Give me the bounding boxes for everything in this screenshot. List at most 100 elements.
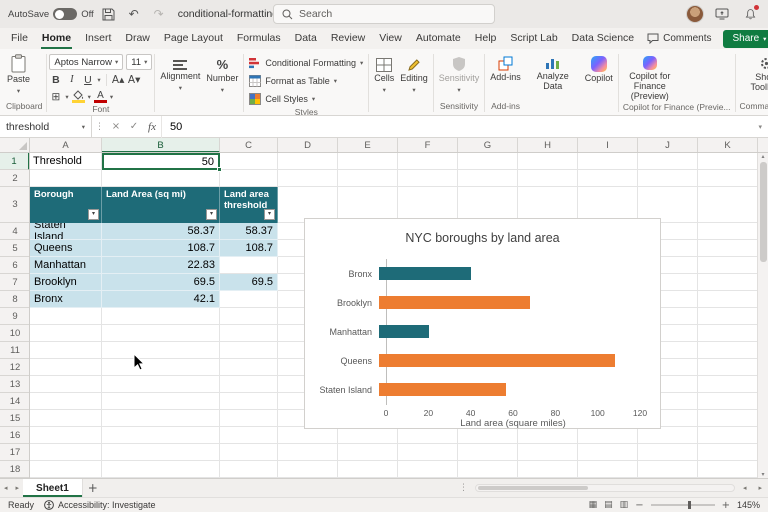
- sensitivity-group-label[interactable]: Sensitivity: [436, 101, 483, 115]
- tab-data-science[interactable]: Data Science: [565, 28, 641, 49]
- column-header-B[interactable]: B: [102, 138, 220, 153]
- cell-B8[interactable]: 42.1: [102, 291, 220, 308]
- row-header-16[interactable]: 16: [0, 427, 30, 444]
- row-header-12[interactable]: 12: [0, 359, 30, 376]
- tab-view[interactable]: View: [372, 28, 409, 49]
- row-header-6[interactable]: 6: [0, 257, 30, 274]
- filter-icon[interactable]: ▾: [264, 209, 275, 220]
- vertical-scrollbar[interactable]: ▴ ▾: [757, 153, 768, 478]
- formula-bar-expand-icon[interactable]: ▾: [752, 123, 768, 131]
- tab-insert[interactable]: Insert: [78, 28, 118, 49]
- select-all-corner[interactable]: [0, 138, 30, 153]
- row-header-11[interactable]: 11: [0, 342, 30, 359]
- analyze-data-button[interactable]: Analyze Data: [524, 51, 582, 92]
- underline-icon[interactable]: U: [81, 72, 94, 87]
- cell-C7[interactable]: 69.5: [220, 274, 278, 291]
- zoom-out-icon[interactable]: −: [635, 500, 643, 511]
- filter-icon[interactable]: ▾: [206, 209, 217, 220]
- table-header-threshold[interactable]: Land area threshold▾: [220, 187, 278, 223]
- cell-styles-button[interactable]: Cell Styles ▾: [246, 90, 366, 107]
- font-color-icon[interactable]: A: [94, 90, 107, 103]
- format-as-table-button[interactable]: Format as Table ▾: [246, 72, 366, 89]
- cell-A1[interactable]: Threshold: [30, 153, 102, 170]
- copilot-finance-button[interactable]: Copilot for Finance (Preview): [621, 51, 679, 102]
- copilot-finance-group-label[interactable]: Copilot for Finance (Previe...: [621, 102, 733, 115]
- table-header-land-area[interactable]: Land Area (sq mi)▾: [102, 187, 220, 223]
- zoom-in-icon[interactable]: +: [722, 500, 730, 511]
- column-header-A[interactable]: A: [30, 138, 102, 153]
- hscroll-thumb[interactable]: [478, 486, 588, 490]
- cell-B7[interactable]: 69.5: [102, 274, 220, 291]
- fill-color-icon[interactable]: [72, 90, 85, 103]
- zoom-level[interactable]: 145%: [737, 500, 760, 510]
- row-header-1[interactable]: 1: [0, 153, 30, 170]
- cancel-icon[interactable]: ×: [107, 118, 125, 136]
- column-header-F[interactable]: F: [398, 138, 458, 153]
- decrease-font-icon[interactable]: A▾: [128, 72, 141, 87]
- borders-icon[interactable]: ⊞: [49, 89, 62, 104]
- cells-area[interactable]: Threshold 50 Borough▾ Land Area (sq mi)▾…: [30, 153, 768, 478]
- present-button[interactable]: [712, 4, 732, 24]
- chart-bar-manhattan[interactable]: [379, 325, 429, 338]
- normal-view-icon[interactable]: ▦: [589, 500, 598, 510]
- hscroll-left-icon[interactable]: ◂: [739, 484, 751, 492]
- cell-B4[interactable]: 58.37: [102, 223, 220, 240]
- chart-bar-bronx[interactable]: [379, 267, 471, 280]
- tab-automate[interactable]: Automate: [409, 28, 468, 49]
- tab-data[interactable]: Data: [288, 28, 324, 49]
- tab-help[interactable]: Help: [468, 28, 504, 49]
- autosave-switch[interactable]: [53, 8, 77, 20]
- alignment-button[interactable]: Alignment ▾: [157, 51, 203, 92]
- column-header-K[interactable]: K: [698, 138, 758, 153]
- font-group-label[interactable]: Font: [49, 104, 152, 115]
- sheet-nav-right-icon[interactable]: ▸: [12, 484, 24, 492]
- chart-bar-brooklyn[interactable]: [379, 296, 530, 309]
- add-ins-button[interactable]: Add-ins: [487, 51, 524, 83]
- row-header-2[interactable]: 2: [0, 170, 30, 187]
- name-box-resize-handle[interactable]: ⋮: [92, 122, 107, 132]
- show-toolpak-button[interactable]: Show ToolPak: [738, 51, 768, 93]
- clipboard-group-label[interactable]: Clipboard: [4, 101, 44, 115]
- avatar[interactable]: [686, 5, 704, 23]
- filter-icon[interactable]: ▾: [88, 209, 99, 220]
- increase-font-icon[interactable]: A▴: [112, 72, 125, 87]
- comments-button[interactable]: Comments: [641, 30, 717, 48]
- page-break-view-icon[interactable]: ▥: [620, 500, 629, 510]
- row-header-13[interactable]: 13: [0, 376, 30, 393]
- row-header-18[interactable]: 18: [0, 461, 30, 478]
- sensitivity-button[interactable]: Sensitivity ▾: [436, 51, 483, 94]
- column-header-E[interactable]: E: [338, 138, 398, 153]
- row-header-5[interactable]: 5: [0, 240, 30, 257]
- cell-A8[interactable]: Bronx: [30, 291, 102, 308]
- undo-button[interactable]: ↶: [124, 4, 144, 24]
- tab-home[interactable]: Home: [35, 28, 78, 49]
- cell-B5[interactable]: 108.7: [102, 240, 220, 257]
- column-header-G[interactable]: G: [458, 138, 518, 153]
- tab-draw[interactable]: Draw: [118, 28, 157, 49]
- tab-formulas[interactable]: Formulas: [230, 28, 288, 49]
- insert-function-icon[interactable]: fx: [143, 118, 161, 136]
- row-header-4[interactable]: 4: [0, 223, 30, 240]
- column-header-I[interactable]: I: [578, 138, 638, 153]
- zoom-slider[interactable]: [651, 504, 715, 506]
- scroll-up-icon[interactable]: ▴: [761, 153, 764, 160]
- styles-group-label[interactable]: Styles: [246, 107, 366, 115]
- share-button[interactable]: Share ▾: [723, 30, 768, 48]
- search-input[interactable]: Search: [273, 4, 495, 24]
- fill-handle[interactable]: [217, 167, 222, 172]
- paste-button[interactable]: Paste ▾: [4, 51, 33, 95]
- font-name-select[interactable]: Aptos Narrow▾: [49, 54, 123, 70]
- font-size-select[interactable]: 11▾: [126, 54, 152, 70]
- cell-A7[interactable]: Brooklyn: [30, 274, 102, 291]
- chart-bar-staten-island[interactable]: [379, 383, 506, 396]
- hscroll-right-icon[interactable]: ▸: [754, 484, 766, 492]
- tab-splitter[interactable]: ⋮: [456, 483, 471, 493]
- cell-B6[interactable]: 22.83: [102, 257, 220, 274]
- cells-button[interactable]: Cells ▾: [371, 51, 397, 94]
- chart[interactable]: NYC boroughs by land area BronxBrooklynM…: [304, 218, 661, 429]
- row-header-9[interactable]: 9: [0, 308, 30, 325]
- row-header-15[interactable]: 15: [0, 410, 30, 427]
- tab-page-layout[interactable]: Page Layout: [157, 28, 230, 49]
- page-layout-view-icon[interactable]: ▤: [604, 500, 613, 510]
- column-header-J[interactable]: J: [638, 138, 698, 153]
